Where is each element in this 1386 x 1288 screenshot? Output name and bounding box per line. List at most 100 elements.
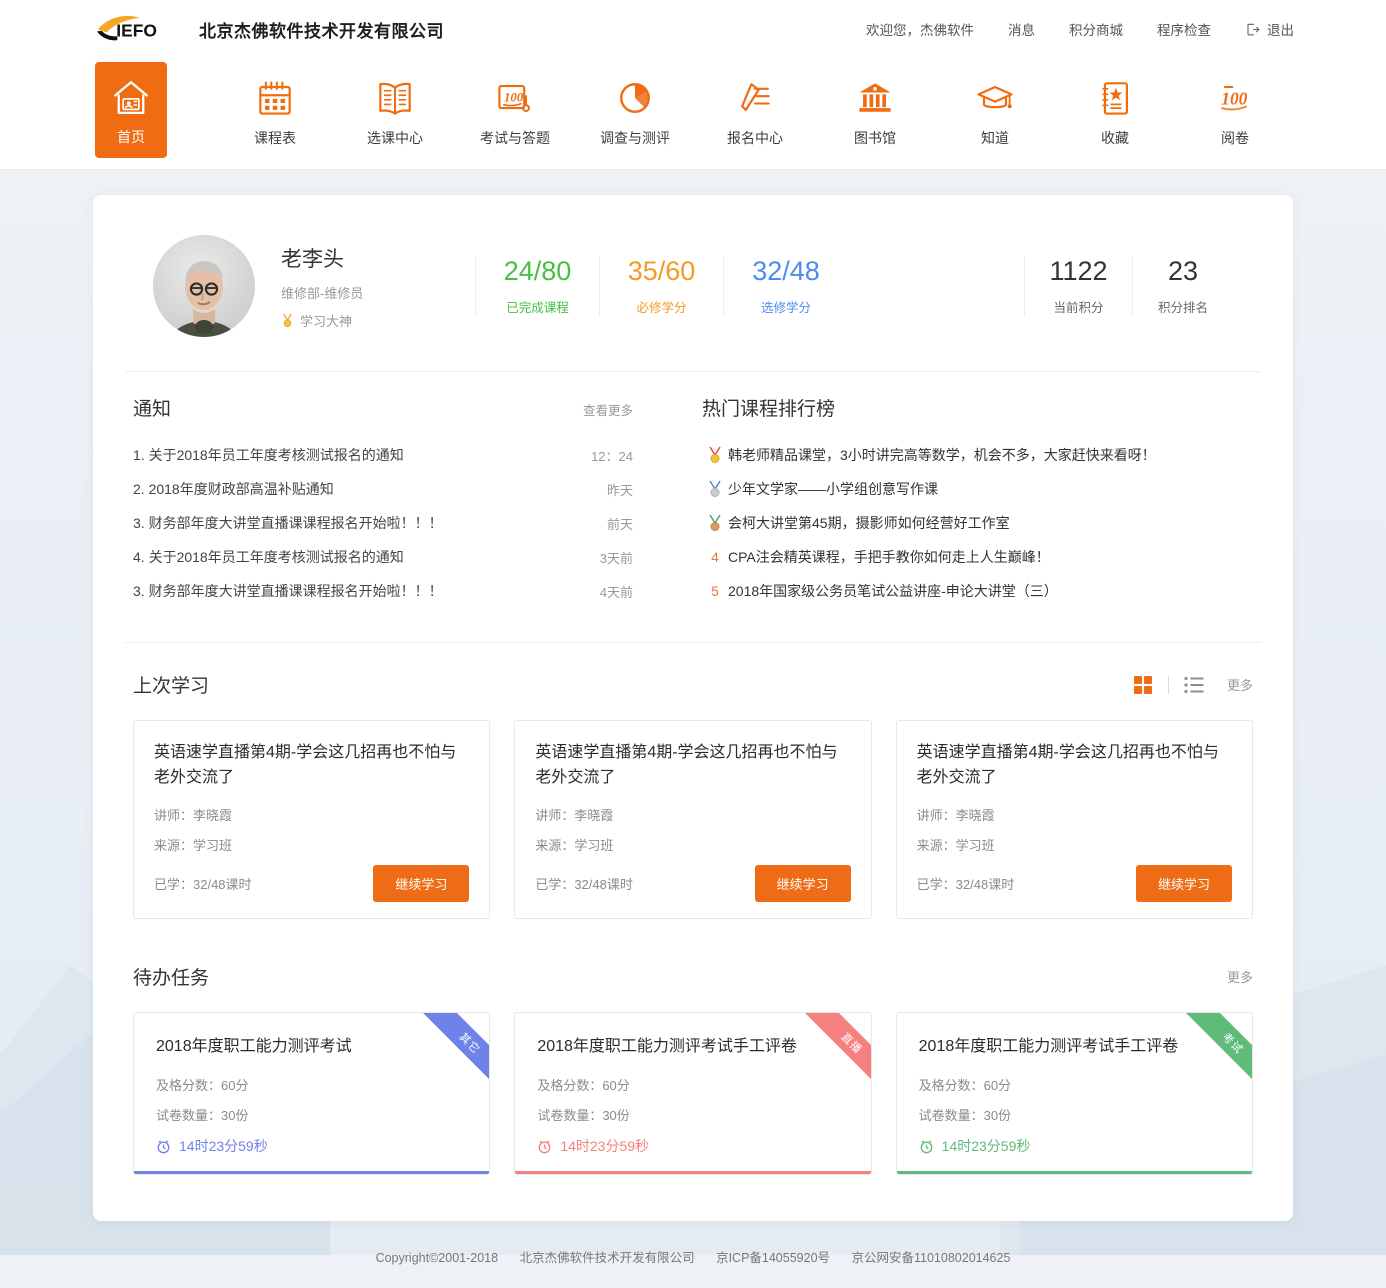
nav-label-grading: 阅卷 [1221,129,1249,146]
nav-item-exam[interactable]: 100 考试与答题 [455,62,575,158]
score-100-icon: 100 [1220,85,1248,111]
task-card[interactable]: 考试 2018年度职工能力测评考试手工评卷 及格分数：60分 试卷数量：30份 … [895,1011,1253,1176]
notices-and-ranking: 通知 查看更多 1. 关于2018年员工年度考核测试报名的通知 12：24 2.… [125,372,1261,643]
jiefo-logo-icon: IEFO [96,15,157,41]
nav-label-registration: 报名中心 [727,129,783,146]
book-open-icon [379,82,411,115]
list-item[interactable]: 3. 财务部年度大讲堂直播课课程报名开始啦！！！ 4天前 [133,574,633,608]
grid-view-icon[interactable] [1132,674,1154,696]
nav-item-course-center[interactable]: 选课中心 [335,62,455,158]
list-item[interactable]: 2. 2018年度财政部高温补贴通知 昨天 [133,472,633,506]
svg-text:100: 100 [504,90,524,104]
nav-label-favorites: 收藏 [1101,129,1129,146]
nav-label-survey: 调查与测评 [600,129,670,146]
course-title: 英语速学直播第4期-学会这几招再也不怕与老外交流了 [535,744,838,786]
notice-time: 12：24 [591,448,633,464]
course-card[interactable]: 英语速学直播第4期-学会这几招再也不怕与老外交流了 讲师：李晓霞 来源：学习班 … [133,720,491,919]
ranking-list: 韩老师精品课堂，3小时讲完高等数学，机会不多，大家赶快来看呀！ 少年文学家——小… [702,438,1253,608]
task-countdown: 14时23分59秒 [156,1136,467,1156]
nav-label-home: 首页 [117,128,145,145]
task-card[interactable]: 其它 2018年度职工能力测评考试 及格分数：60分 试卷数量：30份 14时2… [133,1011,491,1176]
course-footer: 已学：32/48课时 继续学习 [154,864,470,902]
notice-time: 4天前 [599,584,633,600]
stat-current-points: 1122 当前积分 [1025,256,1133,316]
task-ribbon-label: 考试 [1185,1012,1252,1090]
nav-points-mall[interactable]: 积分商城 [1069,19,1123,39]
brand-name: 北京杰佛软件技术开发有限公司 [199,21,444,41]
task-ribbon: 其它 [411,1012,490,1091]
notices-panel: 通知 查看更多 1. 关于2018年员工年度考核测试报名的通知 12：24 2.… [133,394,653,608]
continue-learning-button[interactable]: 继续学习 [1135,864,1232,902]
points-value: 1122 [1049,256,1108,287]
footer-copyright: Copyright©2001-2018 [375,1251,499,1266]
list-item[interactable]: 会柯大讲堂第45期，摄影师如何经营好工作室 [702,506,1253,540]
points-stats: 1122 当前积分 23 积分排名 [1024,256,1233,316]
welcome-user-label: 欢迎您，杰佛软件 [866,23,974,38]
ranking-panel: 热门课程排行榜 韩老师精品课堂，3小时讲完高等数学，机会不多，大家赶快来看呀！ … [653,394,1253,608]
task-paper-count: 试卷数量：30份 [918,1108,1012,1124]
notice-time: 前天 [606,516,633,532]
course-teacher: 讲师：李晓霞 [535,807,614,823]
learning-stats: 24/80 已完成课程 35/60 必修学分 32/48 选修学分 [475,256,848,316]
nav-item-schedule[interactable]: 课程表 [215,62,335,158]
task-countdown-text: 14时23分59秒 [560,1138,650,1155]
course-source: 来源：学习班 [535,837,614,853]
dashboard-card: 老李头 维修部-维修员 学习大神 24/80 已完成课程 35/60 必修学分 … [93,195,1293,1222]
nav-item-favorites[interactable]: 收藏 [1055,62,1175,158]
course-card[interactable]: 英语速学直播第4期-学会这几招再也不怕与老外交流了 讲师：李晓霞 来源：学习班 … [895,720,1253,919]
notice-time: 3天前 [599,550,633,566]
ranking-header: 热门课程排行榜 [702,394,1253,421]
graduation-cap-icon [977,85,1013,108]
list-view-icon[interactable] [1183,674,1205,696]
todo-more-link[interactable]: 更多 [1227,967,1253,986]
user-name: 老李头 [281,247,344,271]
task-paper-count: 试卷数量：30份 [156,1108,249,1124]
nav-item-registration[interactable]: 报名中心 [695,62,815,158]
identity-block: 老李头 维修部-维修员 学习大神 [281,243,451,330]
nav-item-home[interactable]: 首页 [95,62,167,158]
list-item[interactable]: 1. 关于2018年员工年度考核测试报名的通知 12：24 [133,438,633,472]
task-countdown: 14时23分59秒 [919,1136,1230,1156]
task-countdown-text: 14时23分59秒 [941,1138,1031,1155]
ranking-text: CPA注会精英课程，手把手教你如何走上人生巅峰！ [728,549,1050,565]
list-item[interactable]: 4. 关于2018年员工年度考核测试报名的通知 3天前 [133,540,633,574]
list-item[interactable]: 3. 财务部年度大讲堂直播课课程报名开始啦！！！ 前天 [133,506,633,540]
logout-button[interactable]: 退出 [1245,19,1294,39]
avatar[interactable] [153,235,255,337]
nav-messages[interactable]: 消息 [1008,19,1035,39]
clock-icon [538,1140,551,1154]
exam-100-icon: 100 [498,84,530,112]
nav-item-grading[interactable]: 100 阅卷 [1175,62,1295,158]
nav-program-check[interactable]: 程序检查 [1157,19,1211,39]
stat-value: 24/80 [503,256,572,287]
notices-more-link[interactable]: 查看更多 [583,400,633,419]
ranking-text: 2018年国家级公务员笔试公益讲座-申论大讲堂（三） [728,583,1058,599]
rank-label: 积分排名 [1157,300,1208,315]
notices-title: 通知 [133,399,172,420]
medal-gold-icon [702,446,728,464]
course-source: 来源：学习班 [154,837,233,853]
last-study-more-link[interactable]: 更多 [1227,675,1253,694]
nav-label-exam: 考试与答题 [480,129,550,146]
nav-item-survey[interactable]: 调查与测评 [575,62,695,158]
nav-item-library[interactable]: 图书馆 [815,62,935,158]
user-title-label: 学习大神 [300,313,353,329]
stat-completed-courses: 24/80 已完成课程 [476,256,600,316]
rank-number: 5 [711,583,719,599]
svg-text:100: 100 [1221,88,1247,108]
task-card[interactable]: 直播 2018年度职工能力测评考试手工评卷 及格分数：60分 试卷数量：30份 … [514,1011,872,1176]
list-item[interactable]: 韩老师精品课堂，3小时讲完高等数学，机会不多，大家赶快来看呀！ [702,438,1253,472]
last-study-header: 上次学习 更多 [133,671,1253,698]
list-item[interactable]: 5 2018年国家级公务员笔试公益讲座-申论大讲堂（三） [702,574,1253,608]
view-toolbar: 更多 [1132,674,1253,696]
course-card[interactable]: 英语速学直播第4期-学会这几招再也不怕与老外交流了 讲师：李晓霞 来源：学习班 … [514,720,872,919]
continue-learning-button[interactable]: 继续学习 [754,864,851,902]
list-item[interactable]: 少年文学家——小学组创意写作课 [702,472,1253,506]
site-header: IEFO 北京杰佛软件技术开发有限公司 欢迎您，杰佛软件 消息 积分商城 程序检… [0,0,1386,170]
ranking-text: 韩老师精品课堂，3小时讲完高等数学，机会不多，大家赶快来看呀！ [728,447,1156,463]
continue-learning-button[interactable]: 继续学习 [373,864,470,902]
list-item[interactable]: 4 CPA注会精英课程，手把手教你如何走上人生巅峰！ [702,540,1253,574]
ranking-title: 热门课程排行榜 [702,399,836,420]
stat-label: 必修学分 [636,300,687,315]
nav-item-know[interactable]: 知道 [935,62,1055,158]
